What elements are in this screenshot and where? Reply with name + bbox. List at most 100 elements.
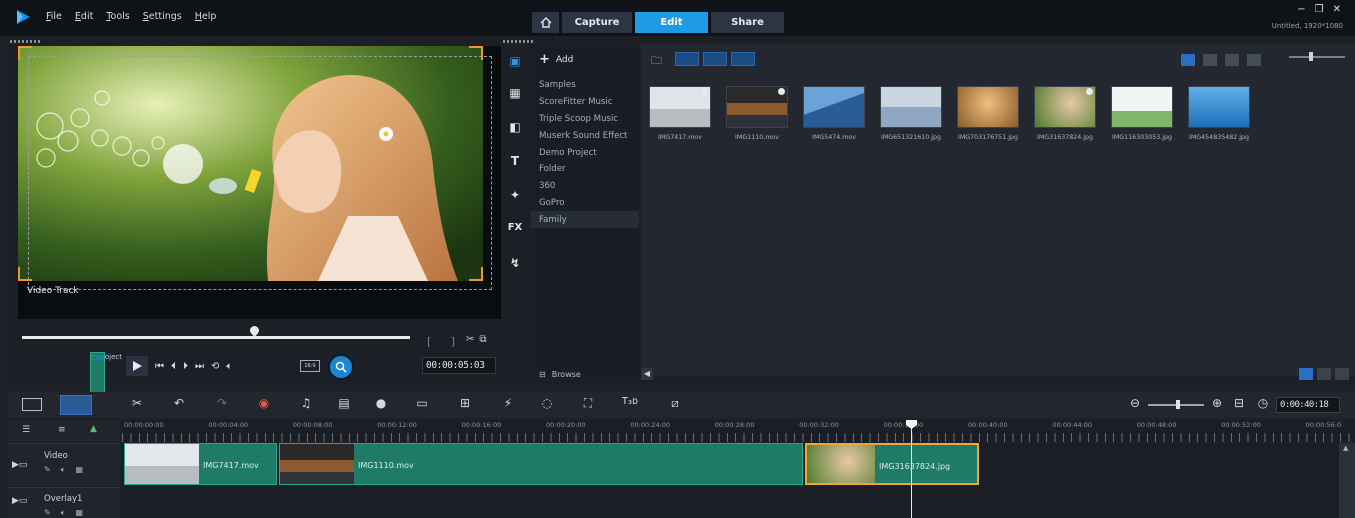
folder-item[interactable]: Demo Project [531,144,639,161]
list-view-icon[interactable] [1203,54,1217,66]
video-track[interactable]: IMG7417.mov IMG1110.mov IMG31637824.jpg [122,443,1339,485]
thumbnail-view-icon[interactable] [1181,54,1195,66]
timeline-clip[interactable]: IMG1110.mov [279,443,803,485]
play-mode[interactable]: Project Clip [90,352,122,394]
instant-project-icon[interactable]: ▦ [507,86,523,102]
mark-in-out[interactable]: [ ] [427,335,463,348]
sort-icon[interactable] [1247,54,1261,66]
mask-creator-icon[interactable]: ◌ [538,396,556,412]
multi-camera-icon[interactable]: ⊞ [456,396,474,412]
graphics-icon[interactable]: ✦ [507,188,523,204]
folder-item[interactable]: Triple Scoop Music [531,111,639,128]
title-icon[interactable]: T [507,154,523,170]
timeline-scrollbar[interactable] [1339,443,1355,518]
scrubber-handle[interactable] [248,324,261,337]
media-item[interactable]: IMG5474.mov [803,86,865,141]
timeline-timecode[interactable]: 0:00:40:18 [1276,397,1340,413]
panel-grip[interactable] [503,40,533,43]
folder-item[interactable]: 360 [531,178,639,195]
title-3d-icon[interactable]: T₃ᴅ [621,396,639,412]
browse-button[interactable]: ⊟ Browse [539,370,581,379]
path-icon[interactable]: ↯ [507,256,523,272]
filter-photo-button[interactable] [703,52,727,66]
zoom-in-icon[interactable]: ⊕ [1208,396,1226,412]
filter-audio-button[interactable] [731,52,755,66]
fit-project-icon[interactable]: ⊟ [1230,396,1248,412]
undo-icon[interactable]: ↶ [170,396,188,412]
media-library-icon[interactable]: ▣ [507,54,523,70]
zoom-out-icon[interactable]: ⊖ [1126,396,1144,412]
track-mute-icon[interactable]: 🔈︎ [61,508,66,518]
previous-frame-icon[interactable]: ⏴ [171,361,176,372]
record-capture-icon[interactable]: ◉ [255,396,273,412]
media-item[interactable]: IMG651321610.jpg [880,86,942,141]
folder-item[interactable]: GoPro [531,195,639,212]
transition-icon[interactable]: ◧ [507,120,523,136]
volume-icon[interactable]: 🔈︎ [226,361,232,372]
timeline-view-icon[interactable] [60,395,92,415]
track-grid-icon[interactable]: ▦ [76,465,84,475]
redo-icon[interactable]: ↷ [213,396,231,412]
library-layout-2-icon[interactable] [1317,368,1331,380]
next-frame-icon[interactable]: ⏵ [183,361,188,372]
split-icon[interactable]: ✂ [466,334,474,345]
mode-clip[interactable]: Clip [90,352,106,394]
time-ruler[interactable]: 00:00:00:00 00:00:04:00 00:00:08:00 00:00:1… [122,420,1355,442]
crop-corner-bl[interactable] [18,267,32,281]
pan-zoom-icon[interactable]: ⛶ [579,396,597,412]
ripple-editing-icon[interactable]: ▲ [90,424,97,434]
menu-edit[interactable]: Edit [75,11,93,22]
fx-filter-icon[interactable]: FX [507,222,523,238]
subtitle-editor-icon[interactable]: ▭ [413,396,431,412]
library-layout-3-icon[interactable] [1335,368,1349,380]
end-frame-icon[interactable]: ⏭ [195,361,204,372]
menu-file[interactable]: File [46,11,62,22]
copy-icon[interactable]: ⧉ [479,334,486,345]
play-button[interactable] [126,356,148,376]
minimize-button[interactable]: − [1297,4,1305,15]
player-timecode[interactable]: 00:00:05:03 [422,357,496,374]
split-screen-icon[interactable]: ⧄ [666,396,684,412]
media-item[interactable]: IMG703176751.jpg [957,86,1019,141]
menu-tools[interactable]: Tools [106,11,129,22]
tools-icon[interactable]: ✂ [128,396,146,412]
thumbnail-size-slider[interactable] [1289,52,1345,61]
track-edit-icon[interactable]: ✎ [44,465,51,475]
folder-item[interactable]: ScoreFitter Music [531,94,639,111]
close-button[interactable]: ✕ [1333,4,1341,15]
media-item[interactable]: IMG7417.mov [649,86,711,141]
storyboard-view-icon[interactable] [22,398,42,411]
motion-tracking-icon[interactable]: ● [372,396,390,412]
add-folder-button[interactable]: + Add [539,52,573,67]
tab-share[interactable]: Share [711,12,784,33]
tab-home[interactable] [532,12,559,33]
home-frame-icon[interactable]: ⏮ [155,361,164,372]
track-edit-icon[interactable]: ✎ [44,508,51,518]
media-item[interactable]: IMG116303053.jpg [1111,86,1173,141]
timeline-clip[interactable]: IMG7417.mov [124,443,277,485]
track-manager-icon[interactable]: ☰ [22,425,30,435]
collapse-arrow-icon[interactable]: ◀ [641,368,653,380]
media-item[interactable]: IMG454835482.jpg [1188,86,1250,141]
media-item[interactable]: IMG1110.mov [726,86,788,141]
repeat-icon[interactable]: ⟲ [211,361,219,372]
menu-help[interactable]: Help [195,11,217,22]
timeline-zoom-slider[interactable] [1148,400,1204,409]
auto-music-icon[interactable]: ▤ [335,396,353,412]
add-remove-chapter-icon[interactable]: ≡ [58,425,66,435]
preview-window[interactable]: Video Track [18,46,502,319]
crop-corner-br[interactable] [469,267,483,281]
media-item[interactable]: IMG31637824.jpg [1034,86,1096,141]
overlay-track[interactable] [122,487,1339,518]
folder-item[interactable]: Muserk Sound Effect [531,127,639,144]
library-layout-1-icon[interactable] [1299,368,1313,380]
import-folder-icon[interactable]: 🗀︎ [651,52,671,67]
sound-mixer-icon[interactable]: ♫ [297,396,315,412]
folder-item-selected[interactable]: Family [531,211,639,229]
time-remapping-icon[interactable]: ⚡ [499,396,517,412]
aspect-ratio-button[interactable]: 16:9 [300,360,320,372]
timeline-clip-selected[interactable]: IMG31637824.jpg [805,443,979,485]
track-mute-icon[interactable]: 🔈︎ [61,465,66,475]
tab-edit[interactable]: Edit [635,12,708,33]
folder-item[interactable]: Folder [531,161,639,178]
